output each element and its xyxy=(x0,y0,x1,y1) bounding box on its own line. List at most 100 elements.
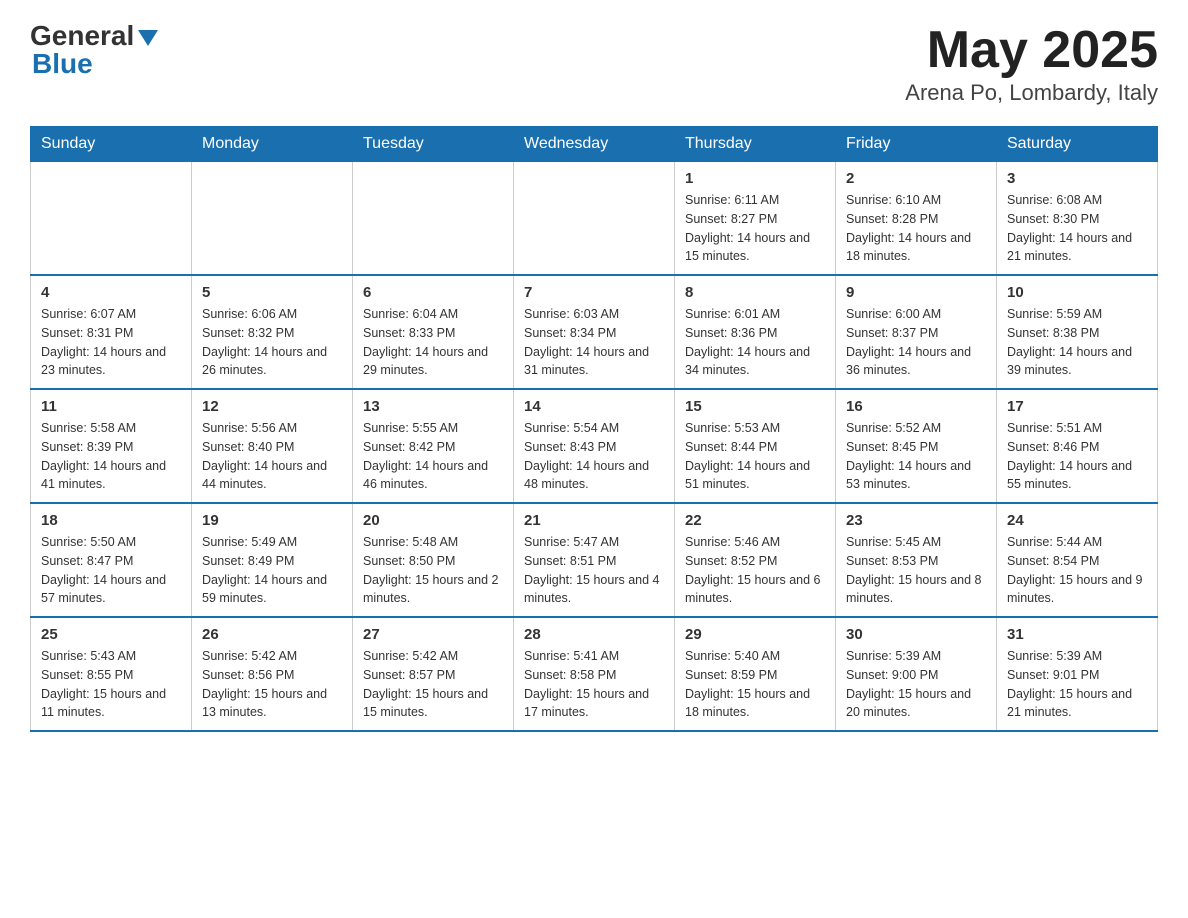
day-number: 1 xyxy=(685,170,825,187)
day-number: 26 xyxy=(202,626,342,643)
day-number: 20 xyxy=(363,512,503,529)
week-row-5: 25 Sunrise: 5:43 AM Sunset: 8:55 PM Dayli… xyxy=(31,617,1158,731)
day-number: 22 xyxy=(685,512,825,529)
day-number: 21 xyxy=(524,512,664,529)
day-header-thursday: Thursday xyxy=(675,127,836,162)
day-info: Sunrise: 6:11 AM Sunset: 8:27 PM Dayligh… xyxy=(685,191,825,266)
week-row-2: 4Sunrise: 6:07 AM Sunset: 8:31 PM Daylig… xyxy=(31,275,1158,389)
calendar-cell: 21 Sunrise: 5:47 AM Sunset: 8:51 PM Dayli… xyxy=(514,503,675,617)
calendar-cell: 20 Sunrise: 5:48 AM Sunset: 8:50 PM Dayli… xyxy=(353,503,514,617)
day-number: 24 xyxy=(1007,512,1147,529)
day-info: Sunrise: 5:46 AM Sunset: 8:52 PM Dayligh… xyxy=(685,533,825,608)
day-number: 15 xyxy=(685,398,825,415)
day-number: 7 xyxy=(524,284,664,301)
calendar-cell: 23 Sunrise: 5:45 AM Sunset: 8:53 PM Dayli… xyxy=(836,503,997,617)
day-number: 23 xyxy=(846,512,986,529)
day-number: 14 xyxy=(524,398,664,415)
calendar-cell: 12 Sunrise: 5:56 AM Sunset: 8:40 PM Dayli… xyxy=(192,389,353,503)
day-info: Sunrise: 5:41 AM Sunset: 8:58 PM Dayligh… xyxy=(524,647,664,722)
logo-triangle-icon xyxy=(138,30,158,46)
calendar-cell: 26Sunrise: 5:42 AM Sunset: 8:56 PM Dayli… xyxy=(192,617,353,731)
day-info: Sunrise: 5:52 AM Sunset: 8:45 PM Dayligh… xyxy=(846,419,986,494)
day-number: 19 xyxy=(202,512,342,529)
calendar-cell: 3Sunrise: 6:08 AM Sunset: 8:30 PM Daylig… xyxy=(997,162,1158,276)
day-info: Sunrise: 5:47 AM Sunset: 8:51 PM Dayligh… xyxy=(524,533,664,608)
day-info: Sunrise: 5:49 AM Sunset: 8:49 PM Dayligh… xyxy=(202,533,342,608)
day-header-friday: Friday xyxy=(836,127,997,162)
day-number: 12 xyxy=(202,398,342,415)
day-header-monday: Monday xyxy=(192,127,353,162)
day-info: Sunrise: 5:43 AM Sunset: 8:55 PM Dayligh… xyxy=(41,647,181,722)
calendar-cell: 25 Sunrise: 5:43 AM Sunset: 8:55 PM Dayli… xyxy=(31,617,192,731)
week-row-3: 11 Sunrise: 5:58 AM Sunset: 8:39 PM Dayli… xyxy=(31,389,1158,503)
calendar-cell xyxy=(31,162,192,276)
day-number: 13 xyxy=(363,398,503,415)
calendar-cell: 1 Sunrise: 6:11 AM Sunset: 8:27 PM Daylig… xyxy=(675,162,836,276)
calendar-cell: 15Sunrise: 5:53 AM Sunset: 8:44 PM Dayli… xyxy=(675,389,836,503)
day-header-saturday: Saturday xyxy=(997,127,1158,162)
day-header-row: SundayMondayTuesdayWednesdayThursdayFrid… xyxy=(31,127,1158,162)
calendar-body: 1 Sunrise: 6:11 AM Sunset: 8:27 PM Daylig… xyxy=(31,162,1158,732)
day-info: Sunrise: 6:10 AM Sunset: 8:28 PM Dayligh… xyxy=(846,191,986,266)
title-block: May 2025 Arena Po, Lombardy, Italy xyxy=(905,20,1158,106)
day-info: Sunrise: 6:00 AM Sunset: 8:37 PM Dayligh… xyxy=(846,305,986,380)
calendar-cell: 18Sunrise: 5:50 AM Sunset: 8:47 PM Dayli… xyxy=(31,503,192,617)
calendar-subtitle: Arena Po, Lombardy, Italy xyxy=(905,80,1158,106)
day-info: Sunrise: 5:54 AM Sunset: 8:43 PM Dayligh… xyxy=(524,419,664,494)
calendar-cell: 16 Sunrise: 5:52 AM Sunset: 8:45 PM Dayli… xyxy=(836,389,997,503)
calendar-cell xyxy=(353,162,514,276)
logo: General Blue xyxy=(30,20,158,80)
day-number: 27 xyxy=(363,626,503,643)
day-number: 29 xyxy=(685,626,825,643)
calendar-cell: 9Sunrise: 6:00 AM Sunset: 8:37 PM Daylig… xyxy=(836,275,997,389)
day-info: Sunrise: 5:45 AM Sunset: 8:53 PM Dayligh… xyxy=(846,533,986,608)
calendar-cell xyxy=(514,162,675,276)
calendar-cell: 28Sunrise: 5:41 AM Sunset: 8:58 PM Dayli… xyxy=(514,617,675,731)
calendar-cell: 22 Sunrise: 5:46 AM Sunset: 8:52 PM Dayli… xyxy=(675,503,836,617)
day-info: Sunrise: 5:56 AM Sunset: 8:40 PM Dayligh… xyxy=(202,419,342,494)
calendar-cell: 30 Sunrise: 5:39 AM Sunset: 9:00 PM Dayli… xyxy=(836,617,997,731)
day-info: Sunrise: 5:59 AM Sunset: 8:38 PM Dayligh… xyxy=(1007,305,1147,380)
day-header-tuesday: Tuesday xyxy=(353,127,514,162)
calendar-table: SundayMondayTuesdayWednesdayThursdayFrid… xyxy=(30,126,1158,732)
day-info: Sunrise: 6:07 AM Sunset: 8:31 PM Dayligh… xyxy=(41,305,181,380)
day-info: Sunrise: 5:42 AM Sunset: 8:57 PM Dayligh… xyxy=(363,647,503,722)
calendar-title: May 2025 xyxy=(905,20,1158,80)
day-info: Sunrise: 5:55 AM Sunset: 8:42 PM Dayligh… xyxy=(363,419,503,494)
calendar-cell: 13 Sunrise: 5:55 AM Sunset: 8:42 PM Dayli… xyxy=(353,389,514,503)
day-info: Sunrise: 6:06 AM Sunset: 8:32 PM Dayligh… xyxy=(202,305,342,380)
day-number: 5 xyxy=(202,284,342,301)
day-number: 25 xyxy=(41,626,181,643)
day-info: Sunrise: 6:04 AM Sunset: 8:33 PM Dayligh… xyxy=(363,305,503,380)
logo-blue-text: Blue xyxy=(30,48,93,80)
calendar-header: SundayMondayTuesdayWednesdayThursdayFrid… xyxy=(31,127,1158,162)
day-info: Sunrise: 5:40 AM Sunset: 8:59 PM Dayligh… xyxy=(685,647,825,722)
day-number: 11 xyxy=(41,398,181,415)
calendar-cell: 10 Sunrise: 5:59 AM Sunset: 8:38 PM Dayli… xyxy=(997,275,1158,389)
calendar-cell: 31Sunrise: 5:39 AM Sunset: 9:01 PM Dayli… xyxy=(997,617,1158,731)
day-info: Sunrise: 6:01 AM Sunset: 8:36 PM Dayligh… xyxy=(685,305,825,380)
day-number: 31 xyxy=(1007,626,1147,643)
calendar-cell: 17Sunrise: 5:51 AM Sunset: 8:46 PM Dayli… xyxy=(997,389,1158,503)
calendar-cell: 6Sunrise: 6:04 AM Sunset: 8:33 PM Daylig… xyxy=(353,275,514,389)
calendar-cell: 24 Sunrise: 5:44 AM Sunset: 8:54 PM Dayli… xyxy=(997,503,1158,617)
calendar-cell: 19 Sunrise: 5:49 AM Sunset: 8:49 PM Dayli… xyxy=(192,503,353,617)
day-number: 3 xyxy=(1007,170,1147,187)
calendar-cell: 4Sunrise: 6:07 AM Sunset: 8:31 PM Daylig… xyxy=(31,275,192,389)
calendar-cell: 8Sunrise: 6:01 AM Sunset: 8:36 PM Daylig… xyxy=(675,275,836,389)
day-info: Sunrise: 5:58 AM Sunset: 8:39 PM Dayligh… xyxy=(41,419,181,494)
day-info: Sunrise: 5:44 AM Sunset: 8:54 PM Dayligh… xyxy=(1007,533,1147,608)
day-info: Sunrise: 6:03 AM Sunset: 8:34 PM Dayligh… xyxy=(524,305,664,380)
day-header-wednesday: Wednesday xyxy=(514,127,675,162)
day-info: Sunrise: 5:39 AM Sunset: 9:00 PM Dayligh… xyxy=(846,647,986,722)
day-number: 18 xyxy=(41,512,181,529)
day-number: 30 xyxy=(846,626,986,643)
week-row-1: 1 Sunrise: 6:11 AM Sunset: 8:27 PM Daylig… xyxy=(31,162,1158,276)
day-info: Sunrise: 5:48 AM Sunset: 8:50 PM Dayligh… xyxy=(363,533,503,608)
calendar-cell: 11 Sunrise: 5:58 AM Sunset: 8:39 PM Dayli… xyxy=(31,389,192,503)
day-number: 16 xyxy=(846,398,986,415)
day-number: 10 xyxy=(1007,284,1147,301)
day-number: 17 xyxy=(1007,398,1147,415)
calendar-cell: 29 Sunrise: 5:40 AM Sunset: 8:59 PM Dayli… xyxy=(675,617,836,731)
day-header-sunday: Sunday xyxy=(31,127,192,162)
